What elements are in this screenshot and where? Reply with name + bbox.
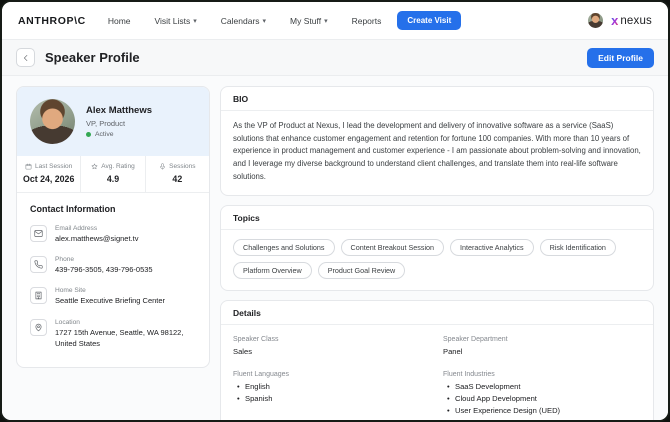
navbar-right: x nexus xyxy=(588,13,652,28)
calendar-icon xyxy=(25,163,32,170)
contact-value: alex.matthews@signet.tv xyxy=(55,234,138,245)
anthropic-logo: ANTHROP\C xyxy=(18,15,86,27)
contact-label: Location xyxy=(55,319,196,326)
contact-value: 439-796-3505, 439-796-0535 xyxy=(55,265,153,276)
field-label: Speaker Class xyxy=(233,336,431,343)
main-content: Alex Matthews VP, Product Active Last Se… xyxy=(2,76,668,420)
nexus-x-icon: x xyxy=(611,14,618,27)
nav-item-reports[interactable]: Reports xyxy=(352,16,382,26)
field-label: Fluent Languages xyxy=(233,371,431,378)
status-badge: Active xyxy=(86,131,152,138)
contact-value: 1727 15th Avenue, Seattle, WA 98122, Uni… xyxy=(55,328,196,350)
contact-item-email: Email Address alex.matthews@signet.tv xyxy=(30,225,196,245)
back-button[interactable] xyxy=(16,48,35,67)
details-grid: Speaker Class Sales Speaker Department P… xyxy=(221,325,653,420)
stat-value: 42 xyxy=(148,174,207,184)
topics-title: Topics xyxy=(221,206,653,230)
stat-sessions: Sessions 42 xyxy=(145,156,209,192)
details-title: Details xyxy=(221,301,653,325)
status-label: Active xyxy=(95,131,114,138)
stat-value: 4.9 xyxy=(83,174,142,184)
field-value: Sales xyxy=(233,347,431,356)
list-item: User Experience Design (UED) xyxy=(443,405,641,417)
topic-chip[interactable]: Challenges and Solutions xyxy=(233,239,335,256)
chevron-left-icon xyxy=(22,54,30,62)
field-speaker-department: Speaker Department Panel xyxy=(443,336,641,356)
nav-item-my-stuff[interactable]: My Stuff xyxy=(290,16,328,26)
stats-row: Last Session Oct 24, 2026 Avg. Rating 4.… xyxy=(17,156,209,193)
stat-label: Avg. Rating xyxy=(101,163,134,170)
topic-chip[interactable]: Interactive Analytics xyxy=(450,239,534,256)
topic-chip[interactable]: Platform Overview xyxy=(233,262,312,279)
stat-last-session: Last Session Oct 24, 2026 xyxy=(17,156,80,192)
contact-label: Email Address xyxy=(55,225,138,232)
field-list: SaaS Development Cloud App Development U… xyxy=(443,381,641,416)
contact-label: Phone xyxy=(55,256,153,263)
star-icon xyxy=(91,163,98,170)
stat-avg-rating: Avg. Rating 4.9 xyxy=(80,156,144,192)
field-list: English Spanish xyxy=(233,381,431,405)
nav-item-home[interactable]: Home xyxy=(108,16,131,26)
details-card: Details Speaker Class Sales Speaker Depa… xyxy=(220,300,654,420)
app-window: ANTHROP\C Home Visit Lists Calendars My … xyxy=(0,0,670,422)
speaker-profile-card: Alex Matthews VP, Product Active Last Se… xyxy=(16,86,210,368)
contact-item-location: Location 1727 15th Avenue, Seattle, WA 9… xyxy=(30,319,196,350)
building-icon xyxy=(34,291,43,300)
list-item: SaaS Development xyxy=(443,381,641,393)
field-label: Fluent Industries xyxy=(443,371,641,378)
nav-menu: Home Visit Lists Calendars My Stuff Repo… xyxy=(108,16,382,26)
topic-chip[interactable]: Content Breakout Session xyxy=(341,239,445,256)
speaker-role: VP, Product xyxy=(86,119,152,128)
microphone-icon xyxy=(159,163,166,170)
top-navbar: ANTHROP\C Home Visit Lists Calendars My … xyxy=(2,2,668,40)
stat-value: Oct 24, 2026 xyxy=(19,174,78,184)
topic-chip[interactable]: Product Goal Review xyxy=(318,262,406,279)
list-item: Cloud App Development xyxy=(443,393,641,405)
contact-label: Home Site xyxy=(55,287,165,294)
page-title: Speaker Profile xyxy=(45,50,140,65)
map-pin-icon xyxy=(34,323,43,332)
speaker-name: Alex Matthews xyxy=(86,105,152,116)
field-label: Speaker Department xyxy=(443,336,641,343)
user-avatar[interactable] xyxy=(588,13,603,28)
edit-profile-button[interactable]: Edit Profile xyxy=(587,48,654,68)
topics-card: Topics Challenges and Solutions Content … xyxy=(220,205,654,291)
page-header: Speaker Profile Edit Profile xyxy=(2,40,668,76)
nav-item-calendars[interactable]: Calendars xyxy=(221,16,266,26)
speaker-avatar xyxy=(30,99,75,144)
nexus-logo: x nexus xyxy=(611,14,652,27)
stat-label: Sessions xyxy=(169,163,195,170)
field-fluent-languages: Fluent Languages English Spanish xyxy=(233,371,431,417)
topic-chip-list: Challenges and Solutions Content Breakou… xyxy=(221,230,653,290)
mail-icon xyxy=(34,229,43,238)
topic-chip[interactable]: Risk Identification xyxy=(540,239,616,256)
contact-item-home-site: Home Site Seattle Executive Briefing Cen… xyxy=(30,287,196,307)
right-column: BIO As the VP of Product at Nexus, I lea… xyxy=(220,86,654,420)
nav-item-visit-lists[interactable]: Visit Lists xyxy=(155,16,197,26)
active-dot-icon xyxy=(86,132,91,137)
stat-label: Last Session xyxy=(35,163,72,170)
contact-information-section: Contact Information Email Address alex.m… xyxy=(17,193,209,367)
create-visit-button[interactable]: Create Visit xyxy=(397,11,461,30)
field-value: Panel xyxy=(443,347,641,356)
contact-value: Seattle Executive Briefing Center xyxy=(55,296,165,307)
list-item: English xyxy=(233,381,431,393)
field-fluent-industries: Fluent Industries SaaS Development Cloud… xyxy=(443,371,641,417)
bio-text: As the VP of Product at Nexus, I lead th… xyxy=(221,111,653,195)
list-item: Spanish xyxy=(233,393,431,405)
field-speaker-class: Speaker Class Sales xyxy=(233,336,431,356)
phone-icon xyxy=(34,260,43,269)
bio-card: BIO As the VP of Product at Nexus, I lea… xyxy=(220,86,654,196)
nexus-wordmark: nexus xyxy=(620,15,652,27)
bio-title: BIO xyxy=(221,87,653,111)
contact-information-title: Contact Information xyxy=(30,204,196,214)
profile-header: Alex Matthews VP, Product Active xyxy=(17,87,209,156)
contact-item-phone: Phone 439-796-3505, 439-796-0535 xyxy=(30,256,196,276)
